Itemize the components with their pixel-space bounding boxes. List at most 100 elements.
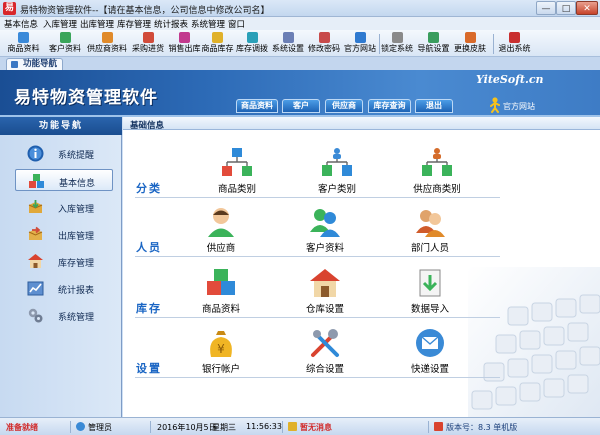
content-title: 基础信息 bbox=[130, 121, 165, 131]
status-ready: 准备就绪 bbox=[6, 423, 38, 432]
status-weekday: 星期三 bbox=[212, 423, 236, 432]
sidebar-item-basic-info[interactable]: 基本信息 bbox=[15, 169, 113, 191]
tile-supplier-category[interactable]: 供应商类别 bbox=[397, 147, 477, 203]
status-separator bbox=[150, 421, 151, 433]
toolbar-separator bbox=[493, 34, 494, 54]
status-messages[interactable]: 暂无消息 bbox=[300, 422, 332, 433]
supplier-icon bbox=[101, 32, 113, 43]
menu-basic-info[interactable]: 基本信息 bbox=[4, 18, 38, 30]
cube-icon bbox=[29, 174, 44, 188]
document-tab-strip: 功能导航 bbox=[0, 57, 600, 70]
tile-goods-category[interactable]: 商品类别 bbox=[197, 147, 277, 203]
sidebar-item-reminder[interactable]: 系统提醒 bbox=[15, 142, 113, 164]
sidebar-item-reports[interactable]: 统计报表 bbox=[15, 277, 113, 299]
brand-title: 易特物资管理软件 bbox=[14, 88, 158, 108]
status-date: 2016年10月5日 bbox=[157, 423, 217, 432]
settings-icon bbox=[282, 32, 294, 43]
app-window: 易 易特物资管理软件--【请在基本信息，公司信息中修改公司名】 — □ ✕ 基本… bbox=[0, 0, 600, 435]
status-separator bbox=[70, 421, 71, 433]
tile-supplier[interactable]: 供应商 bbox=[181, 206, 261, 262]
section-label-personnel: 人员 bbox=[136, 241, 162, 254]
tile-goods-data[interactable]: 商品资料 bbox=[181, 267, 261, 323]
status-version: 版本号：8.3 单机版 bbox=[446, 423, 518, 432]
status-separator bbox=[428, 421, 429, 433]
sidebar-item-inbound[interactable]: 入库管理 bbox=[15, 196, 113, 218]
tool-goods-button[interactable]: 商品资料 bbox=[3, 31, 44, 56]
tool-stock-button[interactable]: 商品库存 bbox=[201, 31, 234, 56]
tile-warehouse-settings[interactable]: 仓库设置 bbox=[285, 267, 365, 323]
banner-tab-goods[interactable]: 商品资料 bbox=[236, 99, 278, 113]
tool-transfer-button[interactable]: 库存调拨 bbox=[234, 31, 270, 56]
content-panel: 基础信息 分类 商品类别 客户类别 供应商类别 人员 供应商 客户资料 部门人员… bbox=[123, 117, 600, 417]
toolbar: 商品资料 客户资料 供应商资料 采购进货 销售出库 商品库存 库存调拨 系统设置… bbox=[0, 30, 600, 57]
user-icon bbox=[76, 422, 85, 431]
money-bag-icon: ¥ bbox=[210, 331, 232, 357]
sidebar-title: 功能导航 bbox=[0, 117, 122, 135]
tool-sales-button[interactable]: 销售出库 bbox=[166, 31, 203, 56]
tab-pin-icon bbox=[11, 61, 18, 68]
maximize-button[interactable]: □ bbox=[556, 1, 576, 15]
tile-customer-category[interactable]: 客户类别 bbox=[297, 147, 377, 203]
tile-department-staff[interactable]: 部门人员 bbox=[390, 206, 470, 262]
tool-settings-button[interactable]: 系统设置 bbox=[271, 31, 305, 56]
supplier-person-icon bbox=[208, 208, 234, 237]
window-title: 易特物资管理软件--【请在基本信息，公司信息中修改公司名】 bbox=[20, 6, 270, 16]
status-user: 管理员 bbox=[88, 423, 112, 432]
tool-website-button[interactable]: 官方网站 bbox=[343, 31, 377, 56]
tool-lock-button[interactable]: 锁定系统 bbox=[380, 31, 414, 56]
tool-purchase-button[interactable]: 采购进货 bbox=[130, 31, 166, 56]
tool-navigation-button[interactable]: 导航设置 bbox=[416, 31, 451, 56]
svg-text:¥: ¥ bbox=[217, 342, 225, 356]
app-logo-icon: 易 bbox=[3, 2, 16, 15]
status-time: 11:56:33 bbox=[246, 422, 282, 431]
status-bar: 准备就绪 管理员 2016年10月5日 星期三 11:56:33 暂无消息 版本… bbox=[0, 417, 600, 435]
tool-supplier-button[interactable]: 供应商资料 bbox=[85, 31, 129, 56]
tile-general-settings[interactable]: 综合设置 bbox=[285, 327, 365, 383]
brand-url: YiteSoft.cn bbox=[476, 73, 544, 86]
outbound-icon bbox=[28, 226, 43, 240]
sidebar-item-system[interactable]: 系统管理 bbox=[15, 304, 113, 326]
official-website-link[interactable]: 官方网站 bbox=[503, 101, 535, 112]
tool-password-button[interactable]: 修改密码 bbox=[307, 31, 341, 56]
close-button[interactable]: ✕ bbox=[576, 1, 598, 15]
menu-window[interactable]: 窗口 bbox=[228, 18, 245, 30]
website-icon bbox=[354, 32, 366, 43]
tool-exit-button[interactable]: 退出系统 bbox=[496, 31, 533, 56]
tile-data-import[interactable]: 数据导入 bbox=[390, 267, 470, 323]
banner-tab-stock-query[interactable]: 库存查询 bbox=[368, 99, 411, 113]
banner-tab-exit[interactable]: 退出 bbox=[415, 99, 453, 113]
minimize-button[interactable]: — bbox=[536, 1, 556, 15]
transfer-icon bbox=[246, 32, 258, 43]
menu-inventory[interactable]: 库存管理 bbox=[117, 18, 151, 30]
warehouse-house-icon bbox=[310, 269, 340, 297]
express-mail-icon bbox=[416, 329, 444, 357]
sidebar-item-outbound[interactable]: 出库管理 bbox=[15, 223, 113, 245]
password-icon bbox=[318, 32, 330, 43]
info-icon bbox=[27, 145, 44, 162]
inbound-icon bbox=[28, 200, 43, 213]
menu-outbound[interactable]: 出库管理 bbox=[80, 18, 114, 30]
data-import-icon bbox=[419, 269, 441, 297]
sidebar-item-inventory[interactable]: 库存管理 bbox=[15, 250, 113, 272]
goods-icon bbox=[18, 32, 29, 43]
message-icon bbox=[288, 422, 297, 431]
menu-inbound[interactable]: 入库管理 bbox=[43, 18, 77, 30]
tile-express-settings[interactable]: 快递设置 bbox=[390, 327, 470, 383]
tile-customer[interactable]: 客户资料 bbox=[285, 206, 365, 262]
section-label-settings: 设置 bbox=[136, 362, 162, 375]
menu-reports[interactable]: 统计报表 bbox=[154, 18, 188, 30]
goods-cube-icon bbox=[207, 269, 235, 295]
menu-system[interactable]: 系统管理 bbox=[191, 18, 225, 30]
tab-function-navigation[interactable]: 功能导航 bbox=[6, 58, 64, 70]
org-tree-orange-icon bbox=[422, 148, 452, 176]
status-separator bbox=[282, 421, 283, 433]
banner-tab-customer[interactable]: 客户 bbox=[282, 99, 320, 113]
banner-tab-supplier[interactable]: 供应商 bbox=[325, 99, 363, 113]
mascot-icon[interactable] bbox=[489, 97, 501, 113]
tile-bank-account[interactable]: ¥ 银行帐户 bbox=[181, 327, 261, 383]
sales-icon bbox=[179, 32, 190, 43]
tool-customer-button[interactable]: 客户资料 bbox=[46, 31, 84, 56]
tab-label: 功能导航 bbox=[23, 59, 58, 69]
tool-skin-button[interactable]: 更换皮肤 bbox=[452, 31, 488, 56]
sidebar: 功能导航 系统提醒 基本信息 入库管理 出库管理 库存管理 统计报表 系统管理 bbox=[0, 117, 122, 417]
